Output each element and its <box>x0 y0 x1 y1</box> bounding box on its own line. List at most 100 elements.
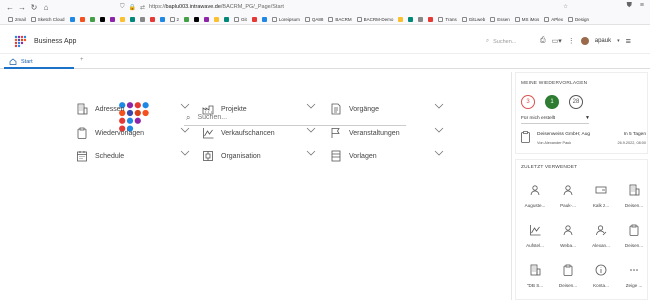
recent-item[interactable]: Pauk-... <box>553 182 583 212</box>
bookmark-item[interactable] <box>418 16 424 22</box>
chevron-down-icon[interactable] <box>306 127 316 133</box>
bookmark-item[interactable]: Sketch Cloud <box>30 16 65 22</box>
tab-start[interactable]: Start <box>4 56 74 69</box>
module-verkaufschancen[interactable]: Verkaufschancen <box>202 125 316 141</box>
bookmark-item[interactable] <box>79 16 85 22</box>
folder-icon <box>328 16 334 22</box>
bookmark-item[interactable] <box>119 16 125 22</box>
recent-item[interactable]: Deisen... <box>619 182 649 212</box>
bookmark-star-icon[interactable]: ☆ <box>563 4 568 10</box>
logo-dot <box>17 35 21 39</box>
chevron-down-icon[interactable] <box>434 127 444 133</box>
bookmark-item[interactable] <box>398 16 404 22</box>
document-menu-icon[interactable]: ▭▾ <box>552 37 562 45</box>
bookmark-item[interactable] <box>89 16 95 22</box>
recent-item[interactable]: Kalk z... <box>586 182 616 212</box>
add-tab-button[interactable]: + <box>80 57 84 63</box>
bookmark-item[interactable] <box>204 16 210 22</box>
bookmark-item[interactable]: MS iMos <box>514 16 539 22</box>
chevron-down-icon[interactable] <box>306 150 316 156</box>
filter-dropdown-icon[interactable]: ▼ <box>585 115 590 121</box>
bookmark-item[interactable] <box>149 16 155 22</box>
bookmark-item[interactable] <box>214 16 220 22</box>
building-icon <box>520 262 550 278</box>
print-icon[interactable]: ⎙ <box>540 37 546 45</box>
bookmark-item[interactable] <box>139 16 145 22</box>
clipboard-icon <box>76 127 88 139</box>
count-upcoming-badge[interactable]: 28 <box>569 95 583 109</box>
module-vorgänge[interactable]: Vorgänge <box>330 101 444 117</box>
user-name[interactable]: apauk <box>595 38 611 44</box>
app-header: Business App ⌕ Suchen... ⎙ ▭▾ ⋮ apauk ▾ … <box>0 30 650 54</box>
url-bar[interactable]: ⛉ 🔒 ⇄ https://baplu003.intrawave.de/BACR… <box>120 2 580 12</box>
recent-item[interactable]: Konta... <box>586 262 616 292</box>
bookmark-item[interactable] <box>69 16 75 22</box>
recent-item[interactable]: Weba... <box>553 222 583 252</box>
bookmark-item[interactable] <box>194 16 200 22</box>
home-icon[interactable]: ⌂ <box>40 3 52 12</box>
favicon-icon <box>139 16 145 22</box>
chevron-down-icon[interactable] <box>434 150 444 156</box>
bookmark-item[interactable]: 2 <box>169 16 179 22</box>
recent-item[interactable]: Deisen... <box>619 222 649 252</box>
module-vorlagen[interactable]: Vorlagen <box>330 148 444 164</box>
count-overdue-badge[interactable]: 3 <box>521 95 535 109</box>
recent-item[interactable]: "DB S... <box>520 262 550 292</box>
bookmark-item[interactable]: Git <box>234 16 247 22</box>
logo-dot <box>126 102 134 109</box>
count-today-badge[interactable]: 1 <box>545 95 559 109</box>
bookmark-item[interactable]: Trans <box>438 16 457 22</box>
app-logo-icon[interactable] <box>14 35 27 48</box>
bookmark-item[interactable] <box>251 16 257 22</box>
bookmark-item[interactable] <box>428 16 434 22</box>
recent-item[interactable]: Auguste... <box>520 182 550 212</box>
pocket-icon[interactable]: ⛊ <box>627 2 632 10</box>
forward-icon[interactable]: → <box>16 3 28 12</box>
bookmark-item[interactable] <box>159 16 165 22</box>
chevron-down-icon[interactable] <box>306 103 316 109</box>
settings-icon[interactable]: ⋮ <box>568 37 575 45</box>
browser-menu-icon[interactable]: ≡ <box>640 2 644 10</box>
module-schedule[interactable]: Schedule <box>76 148 190 164</box>
bookmark-item[interactable]: BACRM-Demo <box>356 16 393 22</box>
chevron-down-icon[interactable] <box>180 103 190 109</box>
recent-item[interactable]: Alexan... <box>586 222 616 252</box>
recent-item[interactable]: Aufstel... <box>520 222 550 252</box>
hamburger-menu-icon[interactable]: ≡ <box>626 36 631 46</box>
main-search-input[interactable] <box>197 114 388 121</box>
bookmark-item[interactable] <box>109 16 115 22</box>
bookmark-item[interactable]: BACRM <box>328 16 352 22</box>
header-search[interactable]: ⌕ Suchen... <box>486 38 516 45</box>
recent-item[interactable]: Deisen... <box>553 262 583 292</box>
bookmark-item[interactable]: APlex <box>544 16 563 22</box>
user-caret-icon[interactable]: ▾ <box>617 38 620 44</box>
task-item[interactable]: Deisenweiss GmbH; Aug In 5 Tagen Von Ale… <box>521 131 646 149</box>
bookmark-item[interactable]: Design <box>568 16 589 22</box>
chevron-down-icon[interactable] <box>180 127 190 133</box>
bookmark-item[interactable]: Loreipsum <box>271 16 300 22</box>
module-projekte[interactable]: Projekte <box>202 101 316 117</box>
avatar[interactable] <box>580 37 589 45</box>
chevron-down-icon[interactable] <box>180 150 190 156</box>
bookmark-item[interactable] <box>261 16 267 22</box>
bookmark-item[interactable]: QA88 <box>304 16 323 22</box>
reload-icon[interactable]: ↻ <box>28 3 40 12</box>
back-icon[interactable]: ← <box>4 3 16 12</box>
module-organisation[interactable]: Organisation <box>202 148 316 164</box>
logo-dot <box>23 35 27 39</box>
module-wiedervorlagen[interactable]: Wiedervorlagen <box>76 125 190 141</box>
building-icon <box>76 103 88 115</box>
module-adressen[interactable]: Adressen <box>76 101 190 117</box>
chevron-down-icon[interactable] <box>434 103 444 109</box>
bookmark-item[interactable] <box>99 16 105 22</box>
bookmark-item[interactable] <box>408 16 414 22</box>
bookmark-item[interactable] <box>184 16 190 22</box>
bookmark-item[interactable] <box>129 16 135 22</box>
bookmark-item[interactable]: 2mail <box>8 16 26 22</box>
bookmark-item[interactable]: GitLweb <box>461 16 485 22</box>
bookmark-item[interactable] <box>224 16 230 22</box>
bookmark-item[interactable]: Essen <box>490 16 510 22</box>
module-veranstaltungen[interactable]: Veranstaltungen <box>330 125 444 141</box>
recent-item[interactable]: Zeige ... <box>619 262 649 292</box>
filter-select[interactable]: Für mich erstellt <box>521 116 555 121</box>
